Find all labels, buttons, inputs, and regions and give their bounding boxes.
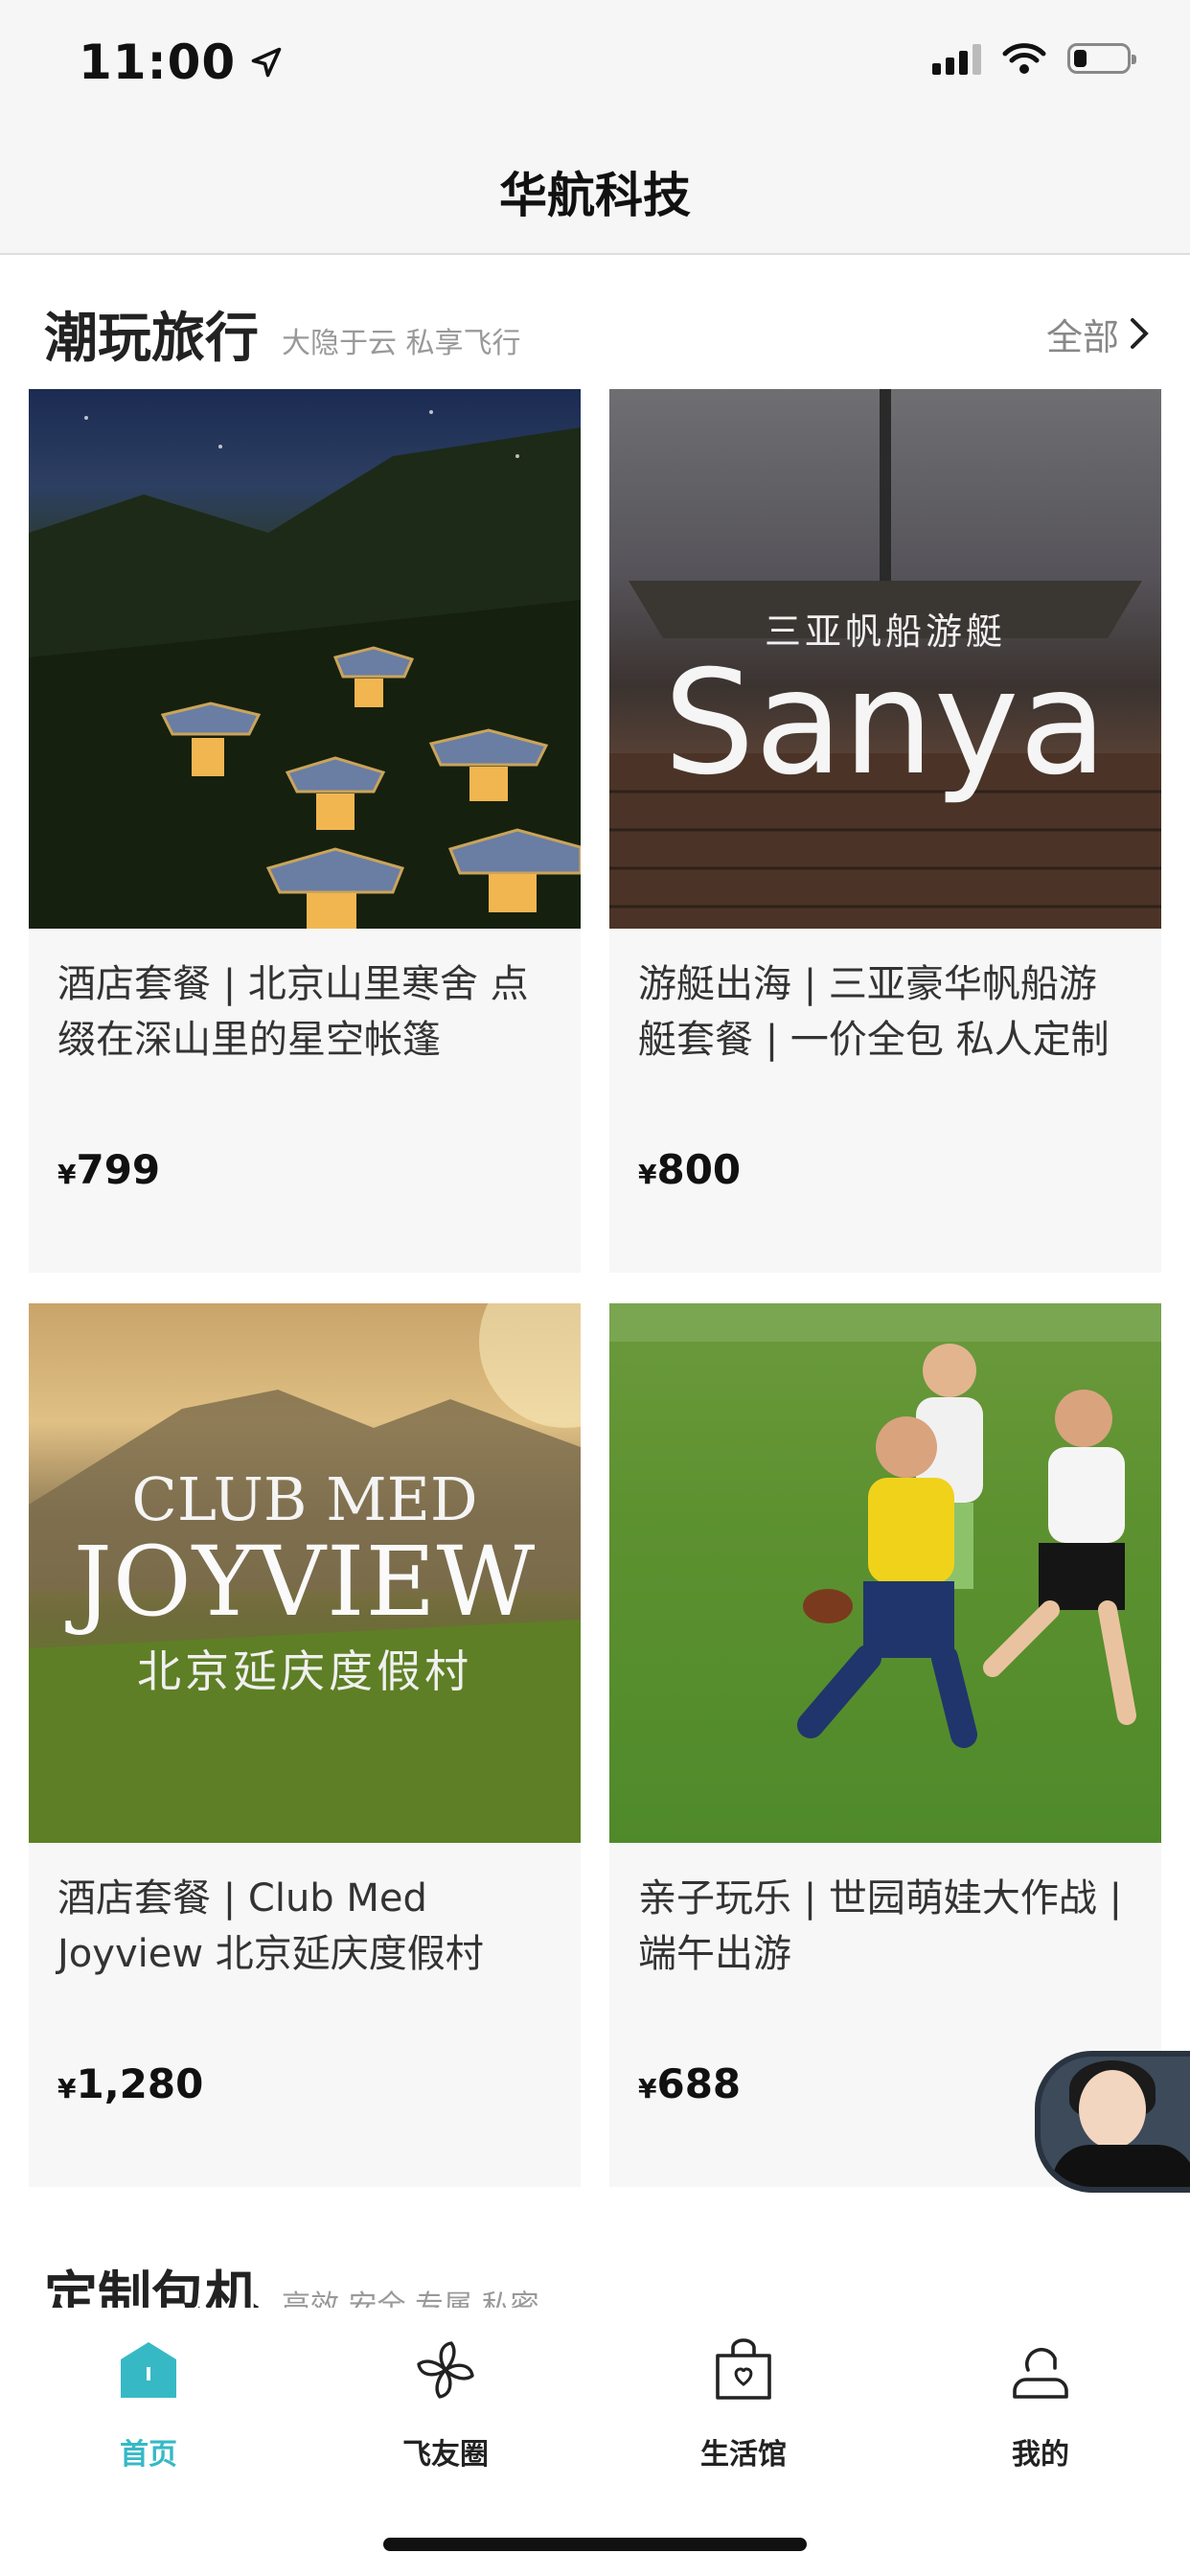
image-caption-line1: CLUB MED — [131, 1464, 478, 1534]
top-bar: 11:00 华航科技 — [0, 0, 1190, 255]
card-price: ¥688 — [638, 2060, 741, 2107]
avatar-face — [1079, 2070, 1146, 2149]
section-title: 定制包机 — [44, 2266, 259, 2308]
bottom-tab-bar: 首页 飞友圈 生活馆 我的 — [0, 2308, 1190, 2576]
club-med-resort-image: CLUB MED JOYVIEW 北京延庆度假村 — [29, 1303, 581, 1843]
wifi-icon — [1002, 43, 1046, 74]
card-price: ¥1,280 — [57, 2060, 203, 2107]
status-time: 11:00 — [79, 34, 284, 90]
price-value: 1,280 — [76, 2060, 204, 2107]
currency-symbol: ¥ — [638, 1159, 657, 1190]
product-card-yacht[interactable]: 三亚帆船游艇 Sanya 游艇出海 | 三亚豪华帆船游艇套餐 | 一价全包 私人… — [609, 389, 1161, 1273]
tab-label: 我的 — [1012, 2438, 1069, 2472]
home-icon — [121, 2342, 176, 2398]
tab-moments[interactable]: 飞友圈 — [350, 2334, 541, 2472]
tab-lifestyle[interactable]: 生活馆 — [648, 2334, 839, 2472]
sailing-yacht-image: 三亚帆船游艇 Sanya — [609, 389, 1161, 929]
section-header-charter: 定制包机高效 安全 专属 私密 — [44, 2254, 1156, 2308]
battery-icon — [1067, 43, 1136, 74]
night-tent-camp-image — [29, 389, 581, 929]
price-value: 688 — [656, 2060, 742, 2107]
currency-symbol: ¥ — [638, 2073, 657, 2104]
card-title: 酒店套餐 | 北京山里寒舍 点缀在深山里的星空帐篷 — [57, 962, 529, 1062]
section-subtitle: 大隐于云 私享飞行 — [282, 327, 521, 360]
card-price: ¥800 — [638, 1146, 741, 1193]
pinwheel-icon — [417, 2341, 474, 2399]
shopping-bag-icon — [716, 2338, 771, 2400]
kids-football-image — [609, 1303, 1161, 1843]
avatar-suit — [1052, 2145, 1190, 2187]
tab-home[interactable]: 首页 — [53, 2334, 244, 2472]
home-indicator[interactable] — [383, 2538, 807, 2551]
time-text: 11:00 — [79, 34, 237, 90]
tab-label: 飞友圈 — [402, 2438, 489, 2472]
section-subtitle: 高效 安全 专属 私密 — [282, 2289, 539, 2308]
location-arrow-icon — [251, 47, 282, 78]
tab-label: 首页 — [120, 2438, 177, 2472]
image-caption-line2: JOYVIEW — [73, 1526, 537, 1638]
tab-label: 生活馆 — [700, 2438, 787, 2472]
section-header-travel: 潮玩旅行 大隐于云 私享飞行 全部 — [44, 295, 1150, 372]
currency-symbol: ¥ — [57, 2073, 77, 2104]
price-value: 799 — [76, 1146, 161, 1193]
card-title: 酒店套餐 | Club Med Joyview 北京延庆度假村 — [57, 1876, 484, 1976]
image-caption-en: Sanya — [663, 640, 1108, 807]
section-title: 潮玩旅行 — [44, 307, 259, 370]
status-icons — [932, 42, 1136, 75]
currency-symbol: ¥ — [57, 1159, 77, 1190]
page-title: 华航科技 — [499, 168, 691, 223]
cellular-signal-icon — [932, 42, 981, 75]
chevron-right-icon — [1131, 318, 1149, 349]
image-caption-line3: 北京延庆度假村 — [137, 1645, 472, 1697]
see-all-link[interactable]: 全部 — [1046, 308, 1150, 360]
price-value: 800 — [656, 1146, 742, 1193]
card-price: ¥799 — [57, 1146, 160, 1193]
product-card-tent[interactable]: 酒店套餐 | 北京山里寒舍 点缀在深山里的星空帐篷 ¥799 — [29, 389, 581, 1273]
customer-service-avatar-button[interactable] — [1035, 2051, 1190, 2193]
product-card-club-med[interactable]: CLUB MED JOYVIEW 北京延庆度假村 酒店套餐 | Club Med… — [29, 1303, 581, 2187]
profile-icon — [1013, 2348, 1068, 2399]
card-title: 亲子玩乐 | 世园萌娃大作战 | 端午出游 — [638, 1876, 1123, 1976]
see-all-label: 全部 — [1045, 315, 1119, 358]
card-title: 游艇出海 | 三亚豪华帆船游艇套餐 | 一价全包 私人定制 — [638, 962, 1110, 1062]
tab-profile[interactable]: 我的 — [945, 2334, 1136, 2472]
